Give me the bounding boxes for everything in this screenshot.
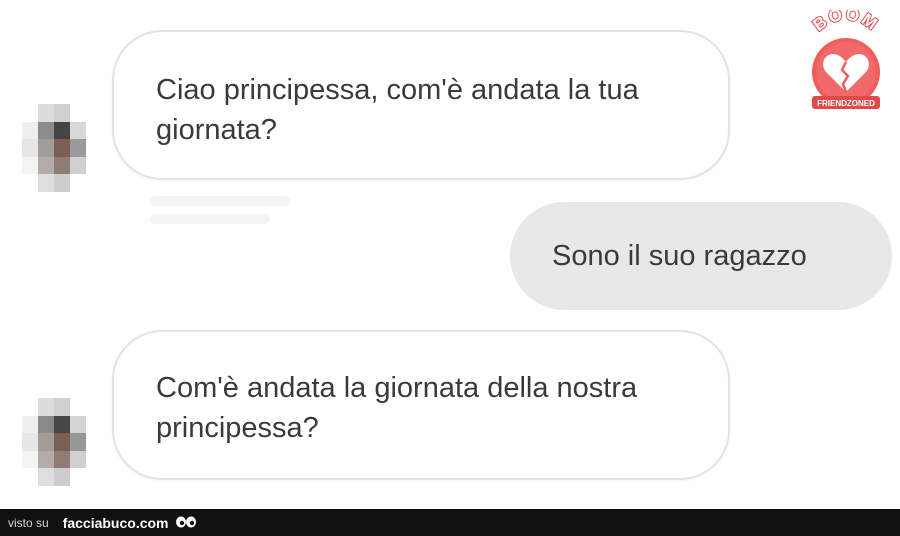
broken-heart-icon: BOOM FRIENDZONED <box>809 3 883 109</box>
background-smudge <box>150 214 270 224</box>
message-bubble-incoming: Ciao principessa, com'è andata la tua gi… <box>112 30 730 180</box>
svg-text:BOOM: BOOM <box>810 10 883 35</box>
eyes-icon <box>175 516 197 530</box>
message-text: Sono il suo ragazzo <box>552 240 807 272</box>
svg-text:FRIENDZONED: FRIENDZONED <box>817 99 875 108</box>
boom-friendzoned-logo: BOOM FRIENDZONED <box>796 3 896 120</box>
pixelated-avatar-icon[interactable] <box>22 398 86 486</box>
pixelated-avatar-icon[interactable] <box>22 104 86 192</box>
message-text: Ciao principessa, com'è andata la tua gi… <box>156 74 639 146</box>
chat-area: Ciao principessa, com'è andata la tua gi… <box>0 0 900 509</box>
site-link[interactable]: facciabuco.com <box>63 515 169 531</box>
message-text: Com'è andata la giornata della nostra pr… <box>156 372 638 444</box>
footer-prefix: visto su <box>8 515 49 530</box>
message-bubble-incoming: Com'è andata la giornata della nostra pr… <box>112 330 730 480</box>
background-smudge <box>150 196 290 206</box>
footer-bar: visto su facciabuco.com <box>0 509 900 536</box>
message-bubble-outgoing: Sono il suo ragazzo <box>510 202 892 310</box>
